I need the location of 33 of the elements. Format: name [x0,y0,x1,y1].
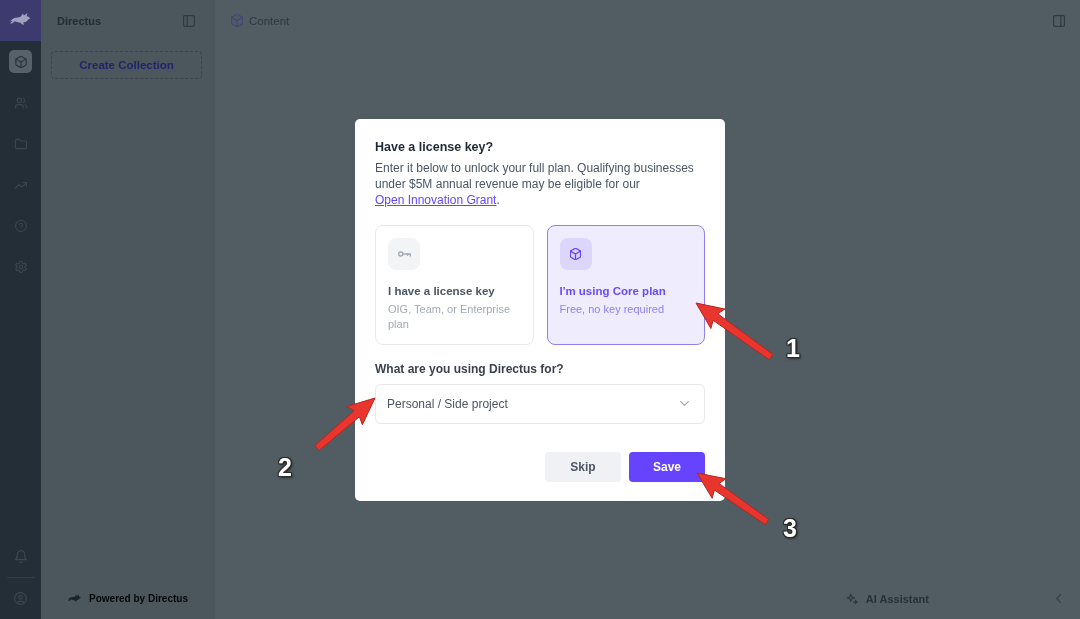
chevron-left-icon[interactable] [1056,594,1061,603]
cube-icon [14,55,27,68]
users-icon [14,96,27,109]
user-avatar-icon[interactable] [14,592,27,605]
key-icon [388,237,420,270]
callout-arrow [314,397,376,451]
save-button[interactable]: Save [629,451,705,482]
folder-icon [14,137,27,150]
chevron-down-icon [680,401,689,406]
plan-description: Free, no key required [559,301,665,317]
callout-number: 1 [786,334,800,362]
rail-nav-button[interactable] [9,50,32,73]
plan-option[interactable]: I'm using Core plan Free, no key required [546,224,705,345]
bell-icon[interactable] [14,550,27,563]
plan-description: OIG, Team, or Enterprise plan [388,301,512,332]
dialog-description: Enter it below to unlock your full plan. Qualifying businesses under $5M annual revenue may be eligible for our Open Innovation Grant. [375,159,695,208]
dialog-title: Have a license key? [375,138,495,155]
sidebar-toggle-icon[interactable] [1053,14,1065,27]
plan-option[interactable]: I have a license key OIG, Team, or Enterprise plan [375,224,534,345]
plan-title: I'm using Core plan [559,283,666,298]
callout-number: 3 [783,514,797,542]
usage-select[interactable]: Personal / Side project [375,383,705,424]
field-label: What are you using Directus for? [375,360,565,377]
powered-by-text: Powered by Directus [89,593,188,604]
callout-number: 2 [278,453,292,481]
cube-icon [559,237,592,270]
settings-icon [14,260,27,273]
plan-title: I have a license key [388,283,495,298]
rabbit-icon [68,593,83,604]
rabbit-logo-icon[interactable] [0,0,41,41]
sparkle-icon [845,592,858,605]
skip-button[interactable]: Skip [545,451,621,482]
sidebar-toggle-icon[interactable] [183,14,195,27]
